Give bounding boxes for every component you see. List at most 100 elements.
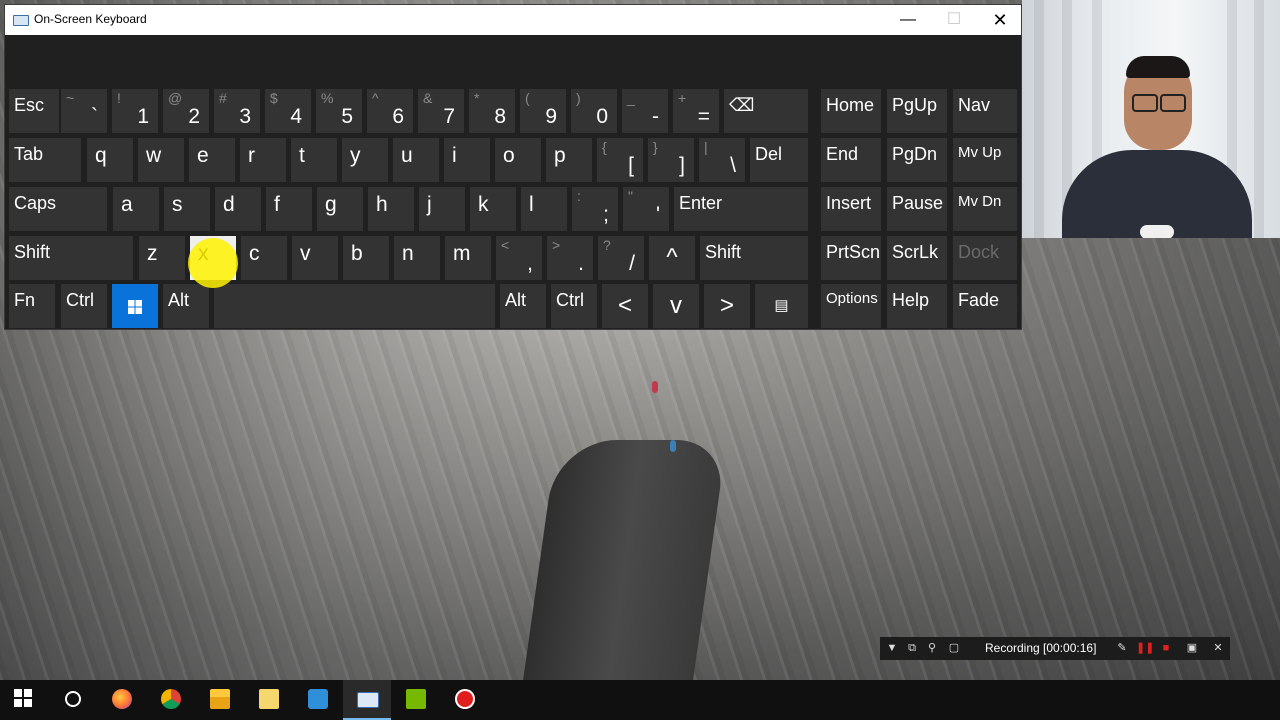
key-menu[interactable]: ▤: [755, 284, 808, 328]
key-insert[interactable]: Insert: [821, 187, 881, 231]
key-tab[interactable]: Tab: [9, 138, 81, 182]
taskbar-button[interactable]: [343, 680, 391, 720]
key-pause[interactable]: Pause: [887, 187, 947, 231]
key-lalt[interactable]: Alt: [163, 284, 209, 328]
key-esc[interactable]: Esc: [9, 89, 59, 133]
key-u[interactable]: u: [393, 138, 439, 182]
key-i[interactable]: i: [444, 138, 490, 182]
key-w[interactable]: w: [138, 138, 184, 182]
pause-icon[interactable]: ❚❚: [1136, 640, 1154, 656]
key-period[interactable]: >.: [547, 236, 593, 280]
key-up[interactable]: ^: [649, 236, 695, 280]
key-g[interactable]: g: [317, 187, 363, 231]
key-mvdn[interactable]: Mv Dn: [953, 187, 1017, 231]
stop-icon[interactable]: ■: [1158, 640, 1174, 656]
taskbar-button[interactable]: [294, 680, 342, 720]
key-d[interactable]: d: [215, 187, 261, 231]
key-8[interactable]: * 8: [469, 89, 515, 133]
key-a[interactable]: a: [113, 187, 159, 231]
key-2[interactable]: @2: [163, 89, 209, 133]
key-enter[interactable]: Enter: [674, 187, 808, 231]
key-rbracket[interactable]: }]: [648, 138, 694, 182]
key-backspace[interactable]: ⌫: [724, 89, 808, 133]
key-h[interactable]: h: [368, 187, 414, 231]
camera-icon[interactable]: ▣: [1184, 640, 1200, 656]
key-scrlk[interactable]: ScrLk: [887, 236, 947, 280]
key-help[interactable]: Help: [887, 284, 947, 328]
key-c[interactable]: c: [241, 236, 287, 280]
taskbar-button[interactable]: [0, 680, 48, 720]
key-home[interactable]: Home: [821, 89, 881, 133]
key-fade[interactable]: Fade: [953, 284, 1017, 328]
taskbar-button[interactable]: [392, 680, 440, 720]
key-3[interactable]: #3: [214, 89, 260, 133]
key-t[interactable]: t: [291, 138, 337, 182]
taskbar-button[interactable]: [49, 680, 97, 720]
key-9[interactable]: (9: [520, 89, 566, 133]
key-k[interactable]: k: [470, 187, 516, 231]
key-slash[interactable]: ? /: [598, 236, 644, 280]
key-l[interactable]: l: [521, 187, 567, 231]
taskbar-button[interactable]: [196, 680, 244, 720]
key-backtick[interactable]: ~ `: [61, 89, 107, 133]
title-bar[interactable]: On-Screen Keyboard — ☐ ✕: [5, 5, 1021, 35]
key-e[interactable]: e: [189, 138, 235, 182]
key-quote[interactable]: " ': [623, 187, 669, 231]
key-n[interactable]: n: [394, 236, 440, 280]
key-win[interactable]: [112, 284, 158, 328]
taskbar-button[interactable]: [245, 680, 293, 720]
key-pgup[interactable]: PgUp: [887, 89, 947, 133]
key-rctrl[interactable]: Ctrl: [551, 284, 597, 328]
key-prtscn[interactable]: PrtScn: [821, 236, 881, 280]
key-r[interactable]: r: [240, 138, 286, 182]
key-nav[interactable]: Nav: [953, 89, 1017, 133]
key-4[interactable]: $4: [265, 89, 311, 133]
key-v[interactable]: v: [292, 236, 338, 280]
key-s[interactable]: s: [164, 187, 210, 231]
close-icon[interactable]: ✕: [1210, 640, 1226, 656]
region-icon[interactable]: ▢: [946, 640, 962, 656]
window-icon[interactable]: ⧉: [904, 640, 920, 656]
key-rshift[interactable]: Shift: [700, 236, 808, 280]
key-semicolon[interactable]: :;: [572, 187, 618, 231]
key-y[interactable]: y: [342, 138, 388, 182]
close-button[interactable]: ✕: [977, 5, 1023, 35]
key-1[interactable]: ! 1: [112, 89, 158, 133]
key-mvup[interactable]: Mv Up: [953, 138, 1017, 182]
key-down[interactable]: v: [653, 284, 699, 328]
key-m[interactable]: m: [445, 236, 491, 280]
key-options[interactable]: Options: [821, 284, 881, 328]
key-caps[interactable]: Caps: [9, 187, 107, 231]
key-q[interactable]: q: [87, 138, 133, 182]
key-o[interactable]: o: [495, 138, 541, 182]
dropdown-icon[interactable]: ▼: [884, 640, 900, 656]
key-left[interactable]: <: [602, 284, 648, 328]
key-7[interactable]: & 7: [418, 89, 464, 133]
key-pgdn[interactable]: PgDn: [887, 138, 947, 182]
zoom-icon[interactable]: ⚲: [924, 640, 940, 656]
key-end[interactable]: End: [821, 138, 881, 182]
key-dock[interactable]: Dock: [953, 236, 1017, 280]
key-f[interactable]: f: [266, 187, 312, 231]
key-5[interactable]: % 5: [316, 89, 362, 133]
key-comma[interactable]: <,: [496, 236, 542, 280]
taskbar-button[interactable]: [441, 680, 489, 720]
taskbar-button[interactable]: [147, 680, 195, 720]
key-z[interactable]: z: [139, 236, 185, 280]
key-minus[interactable]: _ -: [622, 89, 668, 133]
key-p[interactable]: p: [546, 138, 592, 182]
key-lctrl[interactable]: Ctrl: [61, 284, 107, 328]
minimize-button[interactable]: —: [885, 5, 931, 35]
key-right[interactable]: >: [704, 284, 750, 328]
pen-icon[interactable]: ✎: [1114, 640, 1130, 656]
maximize-button[interactable]: ☐: [931, 5, 977, 35]
key-lbracket[interactable]: {[: [597, 138, 643, 182]
key-space[interactable]: [214, 284, 495, 328]
taskbar-button[interactable]: [98, 680, 146, 720]
key-0[interactable]: ) 0: [571, 89, 617, 133]
key-fn[interactable]: Fn: [9, 284, 55, 328]
key-ralt[interactable]: Alt: [500, 284, 546, 328]
key-backslash[interactable]: | \: [699, 138, 745, 182]
key-del[interactable]: Del: [750, 138, 808, 182]
key-equals[interactable]: + =: [673, 89, 719, 133]
